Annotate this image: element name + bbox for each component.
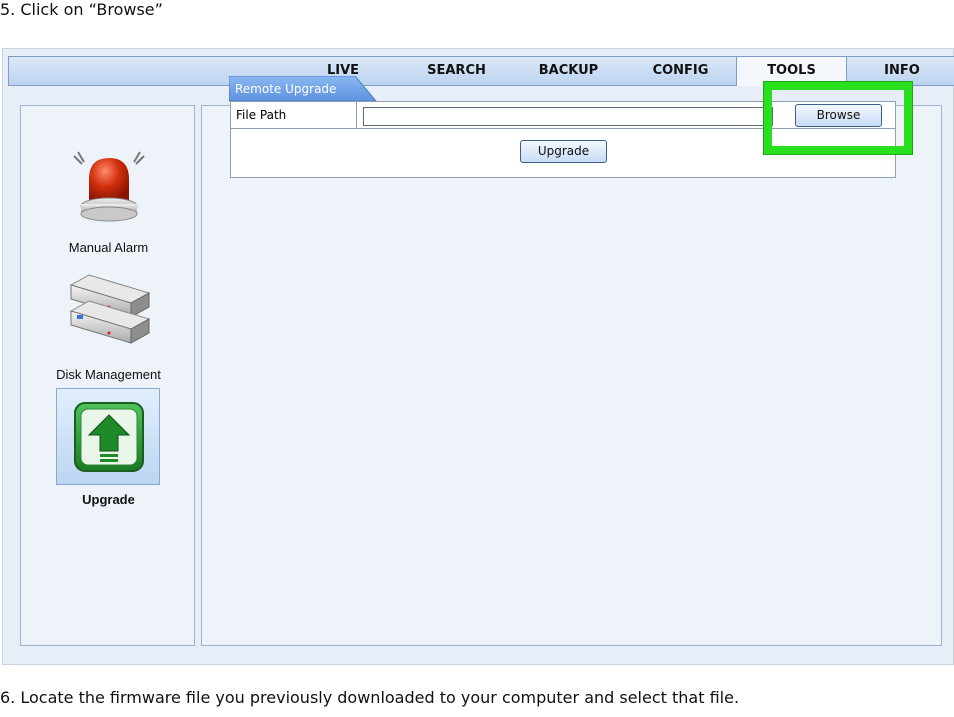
hard-disk-icon [69,274,150,344]
alarm-beacon-icon [72,151,145,222]
browse-highlight-box [764,82,912,154]
tab-backup[interactable]: BACKUP [521,57,616,85]
remote-upgrade-tab: Remote Upgrade [229,76,377,102]
tab-config[interactable]: CONFIG [633,57,728,85]
remote-upgrade-title: Remote Upgrade [235,82,337,96]
file-path-input[interactable] [363,107,773,126]
tab-search[interactable]: SEARCH [409,57,504,85]
file-path-label: File Path [231,102,357,128]
tools-sidebar: Manual Alarm Disk Management Upgrade [20,105,195,646]
step-5-instruction: 5. Click on “Browse” [0,0,163,19]
tools-content-panel [201,105,942,646]
sidebar-item-label: Disk Management [56,367,161,382]
step-6-instruction: 6. Locate the firmware file you previous… [0,688,740,707]
sidebar-item-disk-management[interactable] [21,271,196,361]
tab-info[interactable]: INFO [857,57,947,85]
sidebar-item-label: Manual Alarm [68,240,149,255]
sidebar-item-upgrade[interactable] [56,388,160,485]
upgrade-arrow-icon [74,402,144,472]
sidebar-item-label: Upgrade [82,492,135,507]
upgrade-button[interactable]: Upgrade [520,140,607,163]
